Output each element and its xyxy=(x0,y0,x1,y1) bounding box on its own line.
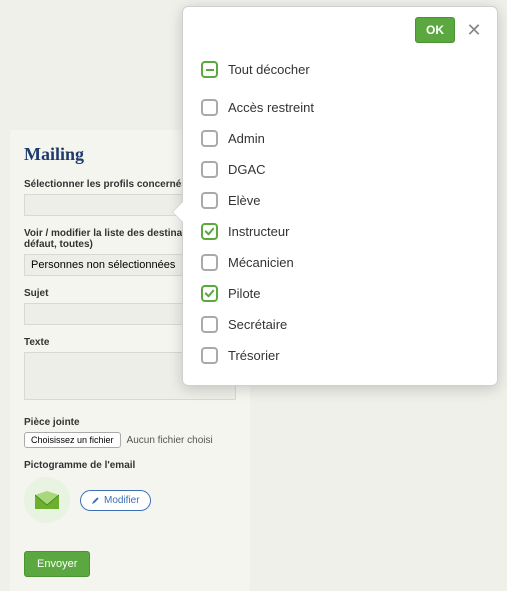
profile-option-label: Pilote xyxy=(228,286,261,301)
attachment-label: Pièce jointe xyxy=(24,417,236,428)
modify-pictogram-button[interactable]: Modifier xyxy=(80,490,151,511)
checkbox-icon xyxy=(201,285,218,302)
profile-option-label: Accès restreint xyxy=(228,100,314,115)
profile-option[interactable]: Mécanicien xyxy=(201,247,479,278)
profile-option[interactable]: Accès restreint xyxy=(201,92,479,123)
checkbox-icon xyxy=(201,223,218,240)
checkbox-icon xyxy=(201,130,218,147)
profile-option-label: Admin xyxy=(228,131,265,146)
file-status: Aucun fichier choisi xyxy=(127,435,213,446)
pictogram-field: Pictogramme de l'email Modifier xyxy=(24,460,236,523)
checkbox-icon xyxy=(201,254,218,271)
choose-file-button[interactable]: Choisissez un fichier xyxy=(24,432,121,448)
pencil-icon xyxy=(91,496,100,505)
profile-option-label: Trésorier xyxy=(228,348,280,363)
profile-option[interactable]: DGAC xyxy=(201,154,479,185)
profile-option[interactable]: Pilote xyxy=(201,278,479,309)
profile-option-label: Elève xyxy=(228,193,261,208)
ok-button[interactable]: OK xyxy=(415,17,455,43)
close-icon[interactable]: ✕ xyxy=(465,20,483,41)
attachment-field: Pièce jointe Choisissez un fichier Aucun… xyxy=(24,417,236,448)
profiles-popover: OK ✕ Tout décocher Accès restreint Admin D… xyxy=(182,6,498,386)
checkbox-icon xyxy=(201,316,218,333)
email-pictogram xyxy=(24,477,70,523)
profile-option-label: DGAC xyxy=(228,162,266,177)
profile-option[interactable]: Elève xyxy=(201,185,479,216)
uncheck-all-label: Tout décocher xyxy=(228,62,310,77)
checkbox-icon xyxy=(201,161,218,178)
uncheck-all-row[interactable]: Tout décocher xyxy=(201,53,479,92)
modify-label: Modifier xyxy=(104,495,140,506)
profile-option-label: Secrétaire xyxy=(228,317,287,332)
profile-option[interactable]: Admin xyxy=(201,123,479,154)
checkbox-icon xyxy=(201,347,218,364)
pictogram-label: Pictogramme de l'email xyxy=(24,460,236,471)
popover-body: Tout décocher Accès restreint Admin DGAC El… xyxy=(183,49,497,375)
profile-option[interactable]: Trésorier xyxy=(201,340,479,371)
send-button[interactable]: Envoyer xyxy=(24,551,90,577)
profile-option-label: Instructeur xyxy=(228,224,289,239)
envelope-icon xyxy=(35,491,59,509)
profile-option[interactable]: Instructeur xyxy=(201,216,479,247)
checkbox-icon xyxy=(201,99,218,116)
profile-option-label: Mécanicien xyxy=(228,255,294,270)
popover-header: OK ✕ xyxy=(183,7,497,49)
checkbox-icon xyxy=(201,192,218,209)
uncheck-all-icon xyxy=(201,61,218,78)
profile-option[interactable]: Secrétaire xyxy=(201,309,479,340)
